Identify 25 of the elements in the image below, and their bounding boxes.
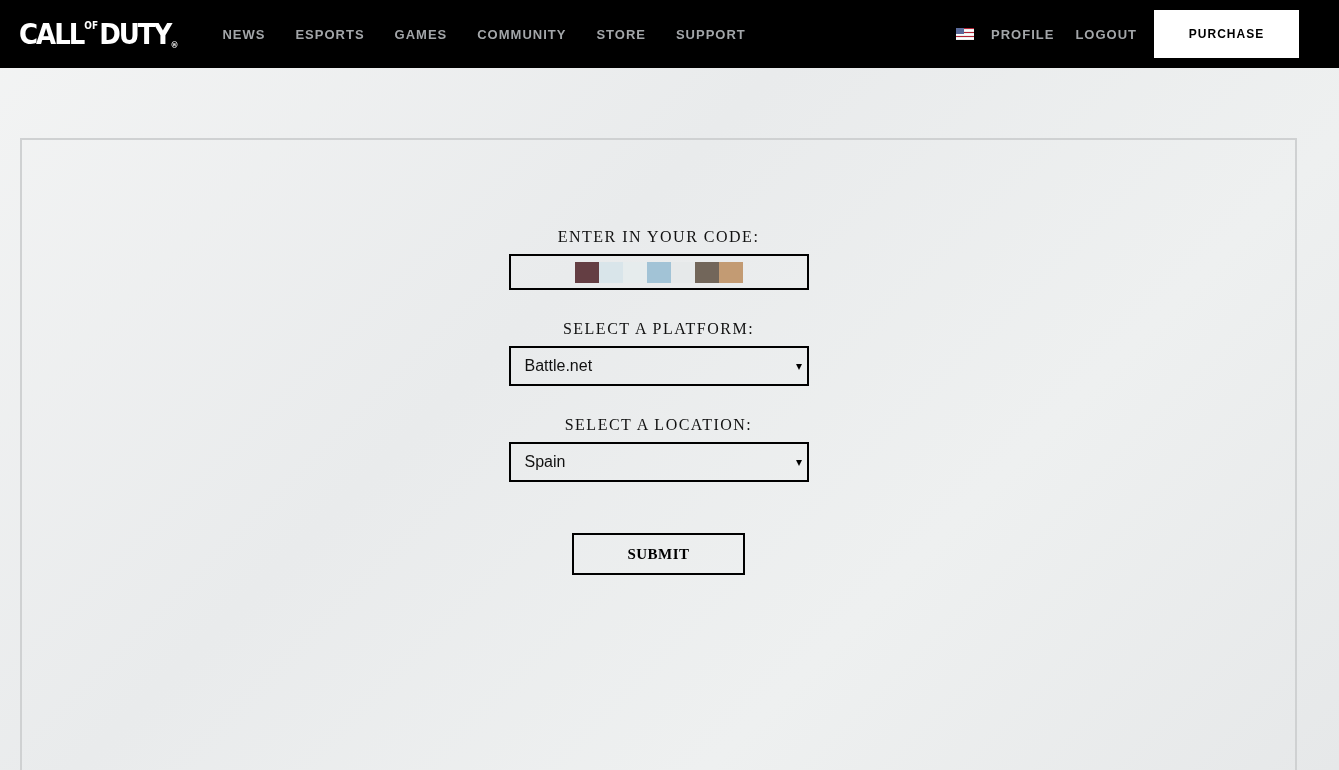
nav-link[interactable]: GAMES <box>390 26 452 42</box>
field-label: SELECT A PLATFORM: <box>562 320 755 338</box>
dropdown-arrow: ▾ <box>795 455 802 469</box>
nav-link[interactable]: SUPPORT <box>671 26 750 42</box>
registered-mark: ® <box>170 40 179 51</box>
flag-icon[interactable] <box>956 28 975 40</box>
field-label: SELECT A LOCATION: <box>564 416 753 434</box>
code-field[interactable] <box>508 254 809 290</box>
dropdown[interactable]: Battle.net ▾ <box>508 346 809 386</box>
logo-text: CALL <box>19 17 84 51</box>
nav-link[interactable]: NEWS <box>218 26 270 42</box>
account-link[interactable]: LOGOUT <box>1071 26 1141 42</box>
field-label: ENTER IN YOUR CODE: <box>557 228 760 246</box>
dropdown-value: Battle.net <box>524 357 593 375</box>
nav-link[interactable]: COMMUNITY <box>473 26 571 42</box>
submit-button[interactable]: SUBMIT <box>572 533 745 575</box>
nav-link[interactable]: STORE <box>592 26 650 42</box>
dropdown-arrow: ▾ <box>795 359 802 373</box>
account-link[interactable]: PROFILE <box>987 26 1059 42</box>
dropdown[interactable]: Spain ▾ <box>508 442 809 482</box>
purchase-button[interactable]: PURCHASE <box>1154 10 1299 58</box>
dropdown-value: Spain <box>524 453 566 471</box>
logo-text: DUTY <box>99 17 171 51</box>
logo-text: OF <box>84 19 99 31</box>
nav-link[interactable]: ESPORTS <box>291 26 369 42</box>
